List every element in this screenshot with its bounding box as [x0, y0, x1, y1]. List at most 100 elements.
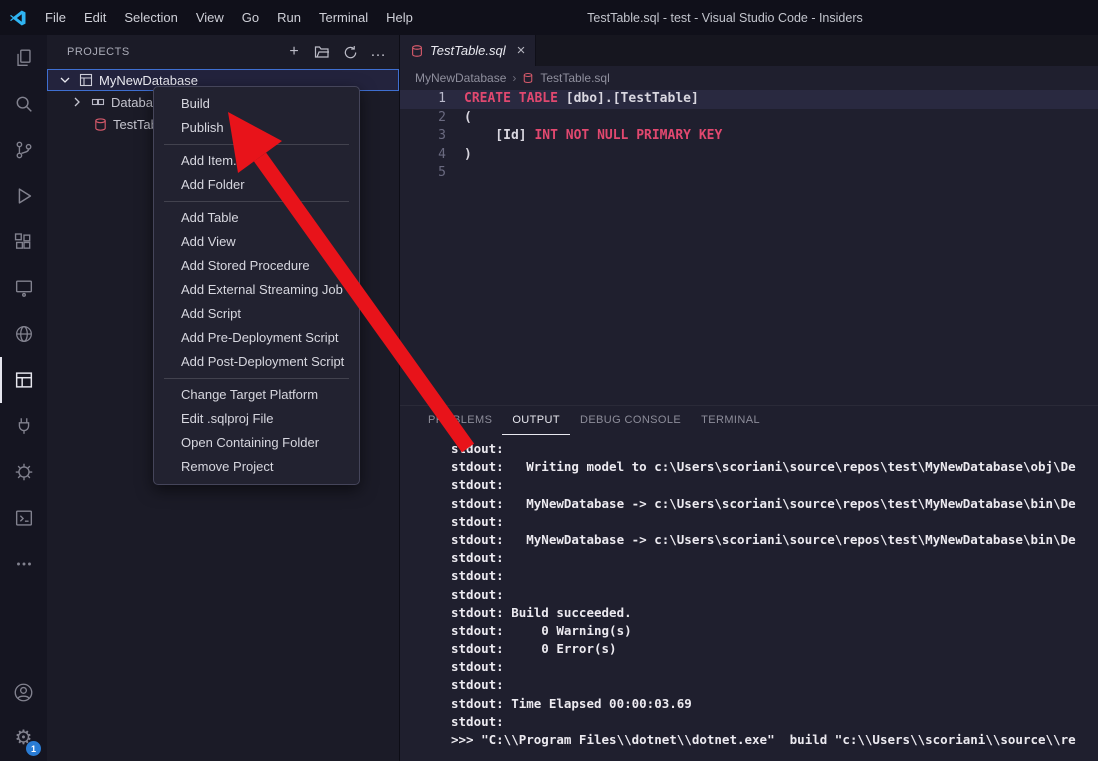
- menu-separator: [164, 144, 349, 145]
- projects-panel-header: PROJECTS + …: [47, 35, 399, 69]
- context-menu-item-add-pre-deployment-script[interactable]: Add Pre-Deployment Script: [154, 326, 359, 350]
- source-control-icon[interactable]: [0, 127, 47, 173]
- vscode-insiders-logo: [0, 9, 36, 27]
- editor-group: TestTable.sql × MyNewDatabase › TestTabl…: [399, 35, 1098, 761]
- settings-gear-icon[interactable]: ⚙ 1: [0, 715, 47, 761]
- line-number: 2: [400, 109, 446, 128]
- output-line: stdout: Build succeeded.: [451, 604, 1098, 622]
- output-line: stdout: 0 Error(s): [451, 640, 1098, 658]
- context-menu-item-add-post-deployment-script[interactable]: Add Post-Deployment Script: [154, 350, 359, 374]
- add-project-button[interactable]: +: [283, 41, 305, 63]
- menu-selection[interactable]: Selection: [115, 0, 186, 35]
- code-line-3: 3 [Id] INT NOT NULL PRIMARY KEY: [400, 127, 1098, 146]
- line-number: 3: [400, 127, 446, 146]
- extensions-icon[interactable]: [0, 219, 47, 265]
- remote-explorer-icon[interactable]: [0, 265, 47, 311]
- context-menu-item-add-external-streaming-job[interactable]: Add External Streaming Job: [154, 278, 359, 302]
- context-menu-item-add-view[interactable]: Add View: [154, 230, 359, 254]
- panel-tab-terminal[interactable]: TERMINAL: [691, 406, 770, 435]
- panel-tab-output[interactable]: OUTPUT: [502, 406, 570, 435]
- menu-terminal[interactable]: Terminal: [310, 0, 377, 35]
- menu-edit[interactable]: Edit: [75, 0, 115, 35]
- menu-help[interactable]: Help: [377, 0, 422, 35]
- projects-panel-title: PROJECTS: [67, 46, 283, 58]
- context-menu-item-add-script[interactable]: Add Script: [154, 302, 359, 326]
- open-folder-button[interactable]: [311, 41, 333, 63]
- output-console[interactable]: stdout:stdout: Writing model to c:\Users…: [400, 435, 1098, 761]
- menu-run[interactable]: Run: [268, 0, 310, 35]
- context-menu-item-publish[interactable]: Publish: [154, 116, 359, 140]
- breadcrumb-file[interactable]: TestTable.sql: [540, 71, 609, 85]
- context-menu-item-add-folder[interactable]: Add Folder: [154, 173, 359, 197]
- chevron-right-icon: [69, 94, 85, 110]
- menu-view[interactable]: View: [187, 0, 233, 35]
- menu-separator: [164, 201, 349, 202]
- connections-icon[interactable]: [0, 403, 47, 449]
- output-line: stdout: MyNewDatabase -> c:\Users\scoria…: [451, 495, 1098, 513]
- globe-icon[interactable]: [0, 311, 47, 357]
- more-actions-button[interactable]: …: [367, 41, 389, 63]
- run-debug-icon[interactable]: [0, 173, 47, 219]
- context-menu-item-open-containing-folder[interactable]: Open Containing Folder: [154, 431, 359, 455]
- sql-file-icon: [93, 117, 108, 132]
- context-menu-item-add-item[interactable]: Add Item...: [154, 149, 359, 173]
- accounts-icon[interactable]: [0, 669, 47, 715]
- line-number: 5: [400, 164, 446, 183]
- menu-bar: FileEditSelectionViewGoRunTerminalHelp: [36, 0, 422, 35]
- output-line: stdout:: [451, 658, 1098, 676]
- bottom-panel: PROBLEMSOUTPUTDEBUG CONSOLETERMINAL stdo…: [400, 405, 1098, 761]
- menu-file[interactable]: File: [36, 0, 75, 35]
- code-line-1: 1CREATE TABLE [dbo].[TestTable]: [400, 90, 1098, 109]
- chevron-down-icon: [57, 72, 73, 88]
- context-menu-item-build[interactable]: Build: [154, 92, 359, 116]
- refresh-icon[interactable]: [339, 41, 361, 63]
- output-line: stdout: MyNewDatabase -> c:\Users\scoria…: [451, 531, 1098, 549]
- output-line: stdout: 0 Warning(s): [451, 622, 1098, 640]
- sql-file-icon: [410, 44, 424, 58]
- output-line: stdout: Time Elapsed 00:00:03.69: [451, 695, 1098, 713]
- code-editor[interactable]: 1CREATE TABLE [dbo].[TestTable]2(3 [Id] …: [400, 89, 1098, 405]
- database-project-icon: [78, 72, 94, 88]
- tab-testtable-sql[interactable]: TestTable.sql ×: [400, 35, 536, 66]
- output-line: >>> "C:\\Program Files\\dotnet\\dotnet.e…: [451, 731, 1098, 749]
- search-icon[interactable]: [0, 81, 47, 127]
- context-menu-item-add-table[interactable]: Add Table: [154, 206, 359, 230]
- output-line: stdout:: [451, 567, 1098, 585]
- output-line: stdout:: [451, 476, 1098, 494]
- console-icon[interactable]: [0, 495, 47, 541]
- chevron-right-icon: ›: [512, 71, 516, 85]
- context-menu-item-remove-project[interactable]: Remove Project: [154, 455, 359, 479]
- close-tab-icon[interactable]: ×: [517, 42, 526, 59]
- window-title: TestTable.sql - test - Visual Studio Cod…: [422, 11, 1028, 25]
- tab-label: TestTable.sql: [430, 43, 506, 58]
- panel-tab-debug-console[interactable]: DEBUG CONSOLE: [570, 406, 691, 435]
- code-line-5: 5: [400, 164, 1098, 183]
- context-menu-item-edit-sqlproj-file[interactable]: Edit .sqlproj File: [154, 407, 359, 431]
- context-menu-item-change-target-platform[interactable]: Change Target Platform: [154, 383, 359, 407]
- output-line: stdout:: [451, 713, 1098, 731]
- editor-tab-bar: TestTable.sql ×: [400, 35, 1098, 66]
- panel-tab-bar: PROBLEMSOUTPUTDEBUG CONSOLETERMINAL: [400, 406, 1098, 435]
- output-line: stdout:: [451, 513, 1098, 531]
- database-references-icon: [90, 94, 106, 110]
- activity-bar: ⚙ 1: [0, 35, 47, 761]
- line-number: 1: [400, 90, 446, 109]
- menu-separator: [164, 378, 349, 379]
- database-projects-icon[interactable]: [0, 357, 47, 403]
- code-line-2: 2(: [400, 109, 1098, 128]
- output-line: stdout:: [451, 586, 1098, 604]
- code-line-4: 4): [400, 146, 1098, 165]
- breadcrumb-project[interactable]: MyNewDatabase: [415, 71, 506, 85]
- vscode-window: FileEditSelectionViewGoRunTerminalHelp T…: [0, 0, 1098, 761]
- output-line: stdout:: [451, 549, 1098, 567]
- extension-gear-icon[interactable]: [0, 449, 47, 495]
- menu-go[interactable]: Go: [233, 0, 268, 35]
- output-line: stdout:: [451, 440, 1098, 458]
- context-menu-item-add-stored-procedure[interactable]: Add Stored Procedure: [154, 254, 359, 278]
- more-items-icon[interactable]: [0, 541, 47, 587]
- code-lines: 1CREATE TABLE [dbo].[TestTable]2(3 [Id] …: [400, 90, 1098, 183]
- panel-tab-problems[interactable]: PROBLEMS: [418, 406, 502, 435]
- explorer-icon[interactable]: [0, 35, 47, 81]
- output-line: stdout:: [451, 676, 1098, 694]
- context-menu: BuildPublish Add Item...Add Folder Add Tab…: [153, 86, 360, 485]
